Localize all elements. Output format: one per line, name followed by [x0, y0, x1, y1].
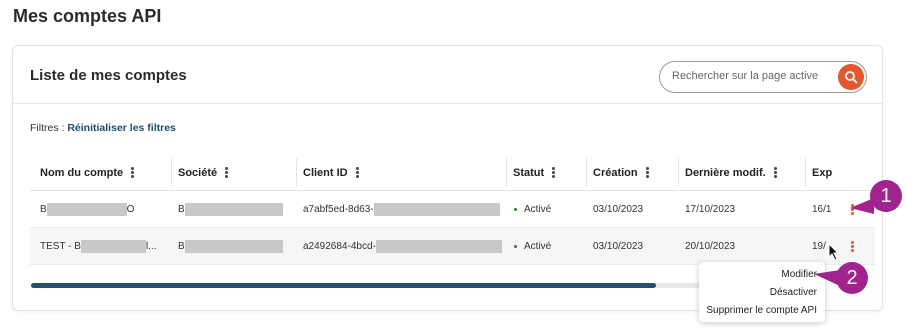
accounts-table: Nom du compte Société Client ID Statut C… — [30, 154, 875, 265]
redacted-text — [184, 240, 283, 253]
column-menu-icon[interactable] — [225, 167, 229, 178]
filters-label: Filtres : — [30, 122, 65, 134]
search-icon — [845, 71, 858, 84]
column-menu-icon[interactable] — [645, 167, 649, 178]
column-header-exp[interactable]: Exp — [812, 154, 832, 191]
column-header-status[interactable]: Statut — [513, 154, 556, 191]
column-header-created[interactable]: Création — [593, 154, 649, 191]
horizontal-scrollbar[interactable] — [31, 283, 791, 288]
filters-bar: Filtres : Réinitialiser les filtres — [30, 122, 176, 134]
row-actions-menu: Modifier Désactiver Supprimer le compte … — [699, 262, 825, 322]
cell-created: 03/10/2023 — [593, 204, 644, 215]
page-title: Mes comptes API — [13, 6, 162, 26]
column-menu-icon[interactable] — [131, 167, 135, 178]
redacted-text — [184, 203, 283, 216]
redacted-text — [375, 240, 502, 253]
cell-client-id: a7abf5ed-8d63- — [303, 191, 500, 228]
cell-exp: 16/1 — [812, 204, 832, 215]
scrollbar-thumb[interactable] — [31, 283, 656, 288]
menu-item-modifier[interactable]: Modifier — [781, 269, 817, 280]
card-header: Liste de mes comptes — [13, 46, 882, 104]
cell-company: B — [178, 228, 283, 265]
column-header-name[interactable]: Nom du compte — [40, 154, 135, 191]
search-button[interactable] — [838, 64, 864, 90]
row-actions-button[interactable] — [843, 228, 854, 265]
search-input[interactable] — [672, 70, 822, 82]
column-header-company[interactable]: Société — [178, 154, 229, 191]
more-vertical-icon[interactable] — [851, 241, 854, 252]
menu-item-desactiver[interactable]: Désactiver — [770, 287, 817, 298]
reset-filters-link[interactable]: Réinitialiser les filtres — [67, 122, 176, 134]
cell-client-id: a2492684-4bcd- — [303, 228, 502, 265]
table-row[interactable]: TEST - B l... B a2492684-4bcd- Activé 03… — [30, 228, 875, 265]
table-row[interactable]: B O B a7abf5ed-8d63- Activé 03/10/2023 1… — [30, 191, 875, 228]
cell-account-name: B O — [40, 203, 135, 216]
table-header: Nom du compte Société Client ID Statut C… — [30, 154, 875, 191]
cell-created: 03/10/2023 — [593, 241, 644, 252]
redacted-text — [46, 203, 127, 216]
redacted-text — [80, 240, 146, 253]
cell-status: Activé — [514, 191, 551, 228]
column-menu-icon[interactable] — [552, 167, 556, 178]
callout-badge-2: 2 — [836, 262, 868, 294]
redacted-text — [373, 203, 500, 216]
status-dot — [514, 208, 517, 211]
menu-item-supprimer[interactable]: Supprimer le compte API — [706, 305, 817, 316]
cell-modified: 20/10/2023 — [685, 241, 736, 252]
mouse-cursor-icon — [828, 243, 840, 261]
callout-badge-1: 1 — [870, 180, 902, 212]
cell-status: Activé — [514, 228, 551, 265]
cell-modified: 17/10/2023 — [685, 204, 736, 215]
cell-account-name: TEST - B l... — [40, 240, 157, 253]
column-menu-icon[interactable] — [773, 167, 777, 178]
cell-company: B — [178, 191, 283, 228]
column-menu-icon[interactable] — [355, 167, 359, 178]
search-box — [659, 61, 867, 93]
column-header-modified[interactable]: Dernière modif. — [685, 154, 777, 191]
card-title: Liste de mes comptes — [30, 67, 187, 84]
status-dot — [514, 245, 517, 248]
column-header-client-id[interactable]: Client ID — [303, 154, 359, 191]
